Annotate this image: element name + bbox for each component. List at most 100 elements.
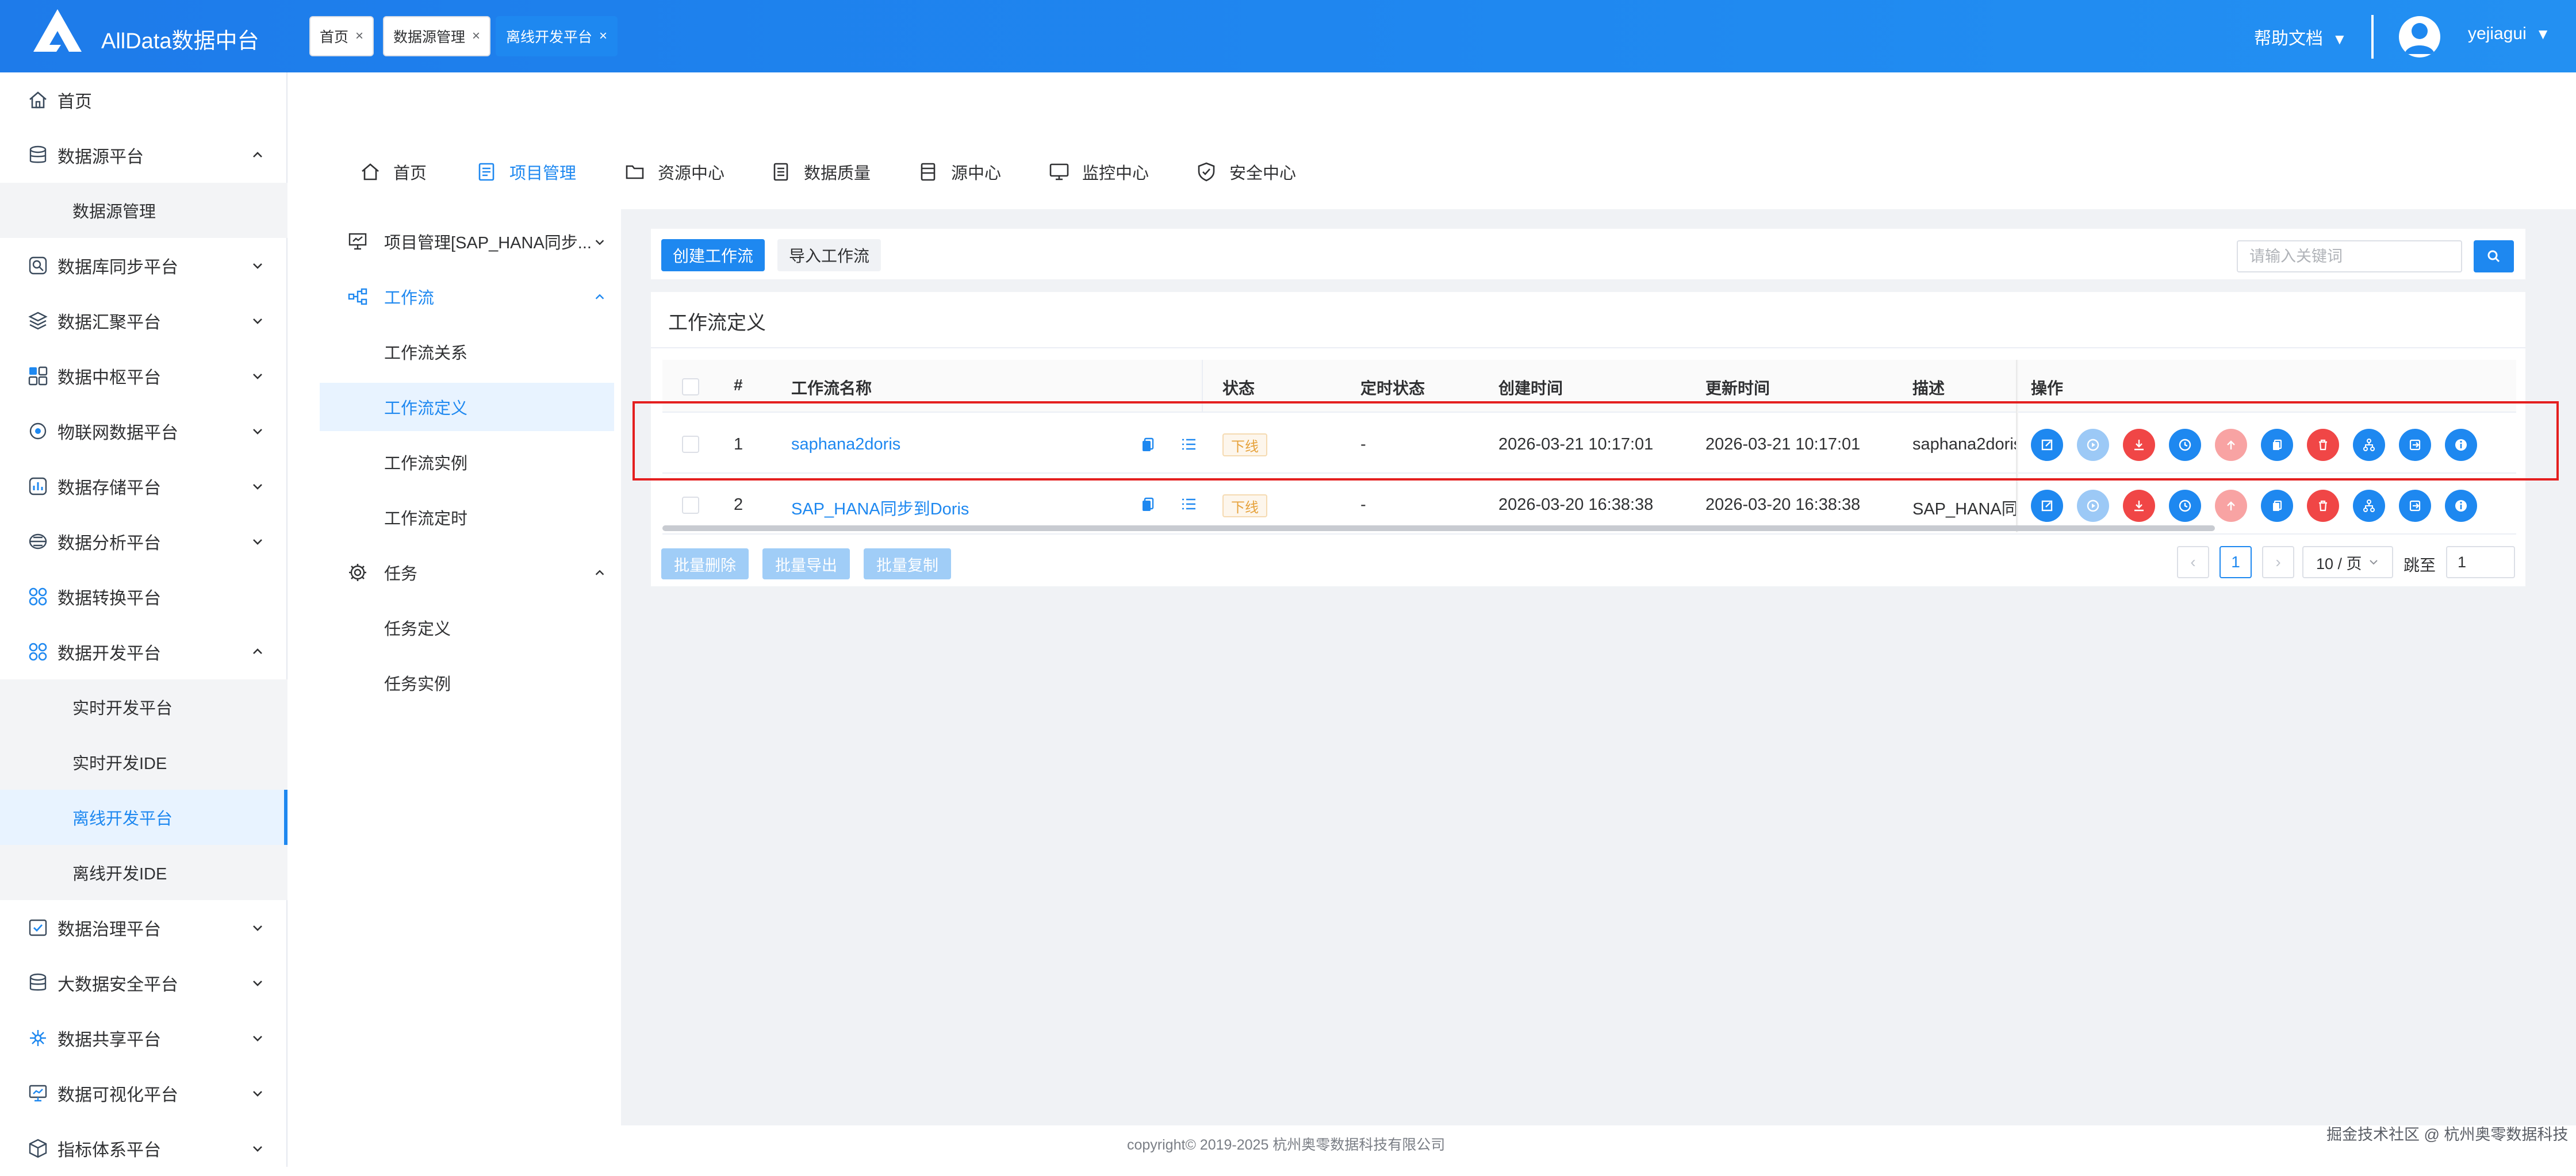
sidebar-item-bigdata-security[interactable]: 大数据安全平台 [0,955,288,1010]
sidebar-item-workflow-definition[interactable]: 工作流定义 [320,383,614,431]
sidebar-item-realtime-ide[interactable]: 实时开发IDE [0,735,288,790]
sidebar-item-data-governance[interactable]: 数据治理平台 [0,900,288,955]
download-button[interactable] [2123,490,2155,522]
topmenu-resource[interactable]: 资源中心 [624,152,724,192]
gear-icon [349,564,366,581]
user-avatar[interactable] [2399,16,2440,57]
batch-delete-button[interactable]: 批量删除 [661,548,749,579]
sidebar-item-label: 数据共享平台 [57,1031,161,1050]
sidebar-item-task-definition[interactable]: 任务定义 [320,604,614,652]
sidebar-item-data-share[interactable]: 数据共享平台 [0,1010,288,1066]
tab-datasource-manage[interactable]: 数据源管理 × [383,16,491,56]
sidebar-item-workflow-schedule[interactable]: 工作流定时 [320,493,614,541]
app-title[interactable]: AllData数据中台 [101,23,259,55]
topmenu-label: 安全中心 [1229,164,1297,183]
sidebar-group-task[interactable]: 任务 [320,548,614,597]
sidebar-item-realtime-platform[interactable]: 实时开发平台 [0,679,288,735]
page-number[interactable]: 1 [2220,546,2252,578]
table-horizontal-scrollbar[interactable] [662,525,2215,531]
export-button[interactable] [2399,490,2431,522]
created-time: 2026-03-20 16:38:38 [1498,495,1654,514]
copy-button[interactable] [2261,490,2293,522]
column-header-index: # [734,376,743,394]
quality-icon [773,163,788,181]
topmenu-monitor[interactable]: 监控中心 [1049,152,1149,192]
help-docs-menu[interactable]: 帮助文档 ▼ [2254,24,2347,49]
select-all-checkbox[interactable] [682,378,699,395]
sidebar-item-data-analysis[interactable]: 数据分析平台 [0,514,288,569]
workflow-name-link[interactable]: SAP_HANA同步到Doris [791,495,969,520]
cube-icon [29,1139,47,1158]
source-icon [921,163,936,181]
sidebar-item-iot[interactable]: 物联网数据平台 [0,403,288,459]
sidebar-item-data-visual[interactable]: 数据可视化平台 [0,1066,288,1121]
sidebar-group-workflow[interactable]: 工作流 [320,272,614,321]
close-icon[interactable]: × [355,28,363,44]
tabs-bar [288,72,2576,144]
search-button[interactable] [2474,240,2514,272]
timer-button[interactable] [2169,490,2201,522]
tree-icon [2363,499,2375,512]
sidebar-item-task-instance[interactable]: 任务实例 [320,659,614,707]
sidebar-item-workflow-relation[interactable]: 工作流关系 [320,328,614,376]
project-selector[interactable]: 项目管理[SAP_HANA同步... [320,217,614,266]
sidebar-item-label: 数据开发平台 [57,644,161,663]
import-workflow-button[interactable]: 导入工作流 [777,239,881,271]
tab-home[interactable]: 首页 × [309,16,374,56]
sidebar-item-offline-ide[interactable]: 离线开发IDE [0,845,288,900]
info-button[interactable] [2445,490,2477,522]
caret-down-icon: ▼ [2535,25,2551,43]
page-size-select[interactable]: 10 / 页 [2302,546,2393,578]
sidebar-item-metrics[interactable]: 指标体系平台 [0,1121,288,1176]
create-workflow-button[interactable]: 创建工作流 [661,239,765,271]
sidebar-item-label: 数据存储平台 [57,479,161,498]
alldata-logo-icon[interactable] [32,8,83,53]
list-icon[interactable] [1180,495,1197,513]
sidebar-item-data-aggregation[interactable]: 数据汇聚平台 [0,293,288,348]
description: SAP_HANA同步 [1912,500,2016,518]
sidebar-item-offline-platform[interactable]: 离线开发平台 [0,790,288,845]
sidebar-item-label: 物联网数据平台 [57,424,178,443]
close-icon[interactable]: × [472,28,480,44]
next-page-button[interactable]: › [2262,546,2294,578]
sidebar-item-data-storage[interactable]: 数据存储平台 [0,459,288,514]
run-button[interactable] [2077,490,2109,522]
sidebar-item-db-sync[interactable]: 数据库同步平台 [0,238,288,293]
edit-icon [2041,500,2053,512]
home-icon [29,91,47,109]
topmenu-project[interactable]: 项目管理 [476,152,576,192]
close-icon[interactable]: × [599,28,607,44]
topmenu-quality[interactable]: 数据质量 [770,152,871,192]
sidebar-item-data-develop[interactable]: 数据开发平台 [0,624,288,679]
chevron-up-icon [595,294,604,299]
sidebar-item-datasource-platform[interactable]: 数据源平台 [0,128,288,183]
shield-icon [1198,162,1215,182]
batch-export-button[interactable]: 批量导出 [762,548,850,579]
security-icon [29,973,47,991]
tree-view-button[interactable] [2353,490,2385,522]
sidebar-item-workflow-instance[interactable]: 工作流实例 [320,438,614,486]
sidebar-item-label: 实时开发平台 [72,700,173,718]
chevron-down-icon [253,981,262,986]
online-button[interactable] [2215,490,2247,522]
user-menu[interactable]: yejiagui ▼ [2468,24,2550,44]
sidebar-item-data-transform[interactable]: 数据转换平台 [0,569,288,624]
topmenu-source-center[interactable]: 源中心 [918,152,1001,192]
sidebar-item-label: 数据源管理 [72,203,156,221]
topmenu-security[interactable]: 安全中心 [1196,152,1296,192]
prev-page-button[interactable]: ‹ [2177,546,2209,578]
delete-button[interactable] [2307,490,2339,522]
sidebar-item-data-hub[interactable]: 数据中枢平台 [0,348,288,403]
chevron-down-icon [595,240,604,245]
sidebar-item-home[interactable]: 首页 [0,72,288,128]
sidebar-item-datasource-manage[interactable]: 数据源管理 [0,183,288,238]
batch-copy-button[interactable]: 批量复制 [864,548,951,579]
search-input[interactable] [2237,240,2462,272]
topmenu-home[interactable]: 首页 [360,152,427,192]
row-checkbox[interactable] [682,497,699,514]
goto-page-input[interactable] [2446,546,2515,578]
edit-button[interactable] [2031,490,2063,522]
tab-offline-platform[interactable]: 离线开发平台 × [496,16,618,56]
search-icon [2487,250,2500,263]
copy-name-icon[interactable] [1140,495,1157,513]
